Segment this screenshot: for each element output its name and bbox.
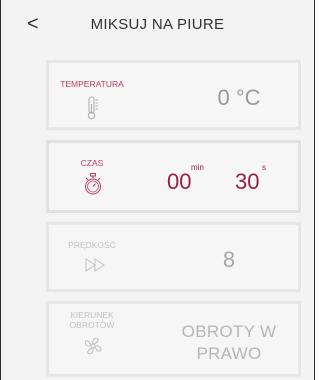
time-minutes-unit: min — [191, 163, 204, 172]
direction-card[interactable]: KIERUNEK OBROTÓW OBROTY W PRAWO — [46, 301, 301, 377]
app-frame: < MIKSUJ NA PIURE TEMPERATURA 0 °C CZAS — [0, 0, 315, 380]
temperature-label: TEMPERATURA — [60, 79, 124, 89]
time-card[interactable]: CZAS 00 min 30 s — [46, 140, 301, 213]
time-display: 00 min 30 s — [167, 163, 297, 203]
speed-card[interactable]: PRĘDKOŚĆ 8 — [46, 222, 301, 292]
stopwatch-icon — [84, 173, 102, 200]
speed-value: 8 — [222, 247, 236, 272]
direction-value-line2: PRAWO — [196, 344, 262, 363]
direction-value-line1: OBROTY W — [181, 322, 277, 341]
rotation-fan-icon — [83, 336, 103, 361]
thermometer-icon — [87, 96, 99, 125]
header: < MIKSUJ NA PIURE — [1, 0, 314, 52]
temperature-card[interactable]: TEMPERATURA 0 °C — [46, 60, 301, 130]
direction-label-line2: OBROTÓW — [69, 320, 115, 330]
temperature-value: 0 °C — [217, 85, 261, 110]
fast-forward-icon — [85, 258, 107, 277]
time-minutes[interactable]: 00 — [167, 169, 191, 195]
speed-label: PRĘDKOŚĆ — [68, 240, 116, 250]
direction-value: OBROTY W PRAWO — [159, 321, 299, 365]
time-seconds-unit: s — [262, 163, 266, 172]
direction-label: KIERUNEK OBROTÓW — [49, 310, 135, 330]
time-seconds[interactable]: 30 — [235, 169, 259, 195]
page-title: MIKSUJ NA PIURE — [90, 16, 225, 33]
time-label: CZAS — [80, 158, 104, 168]
direction-label-line1: KIERUNEK — [70, 310, 114, 320]
